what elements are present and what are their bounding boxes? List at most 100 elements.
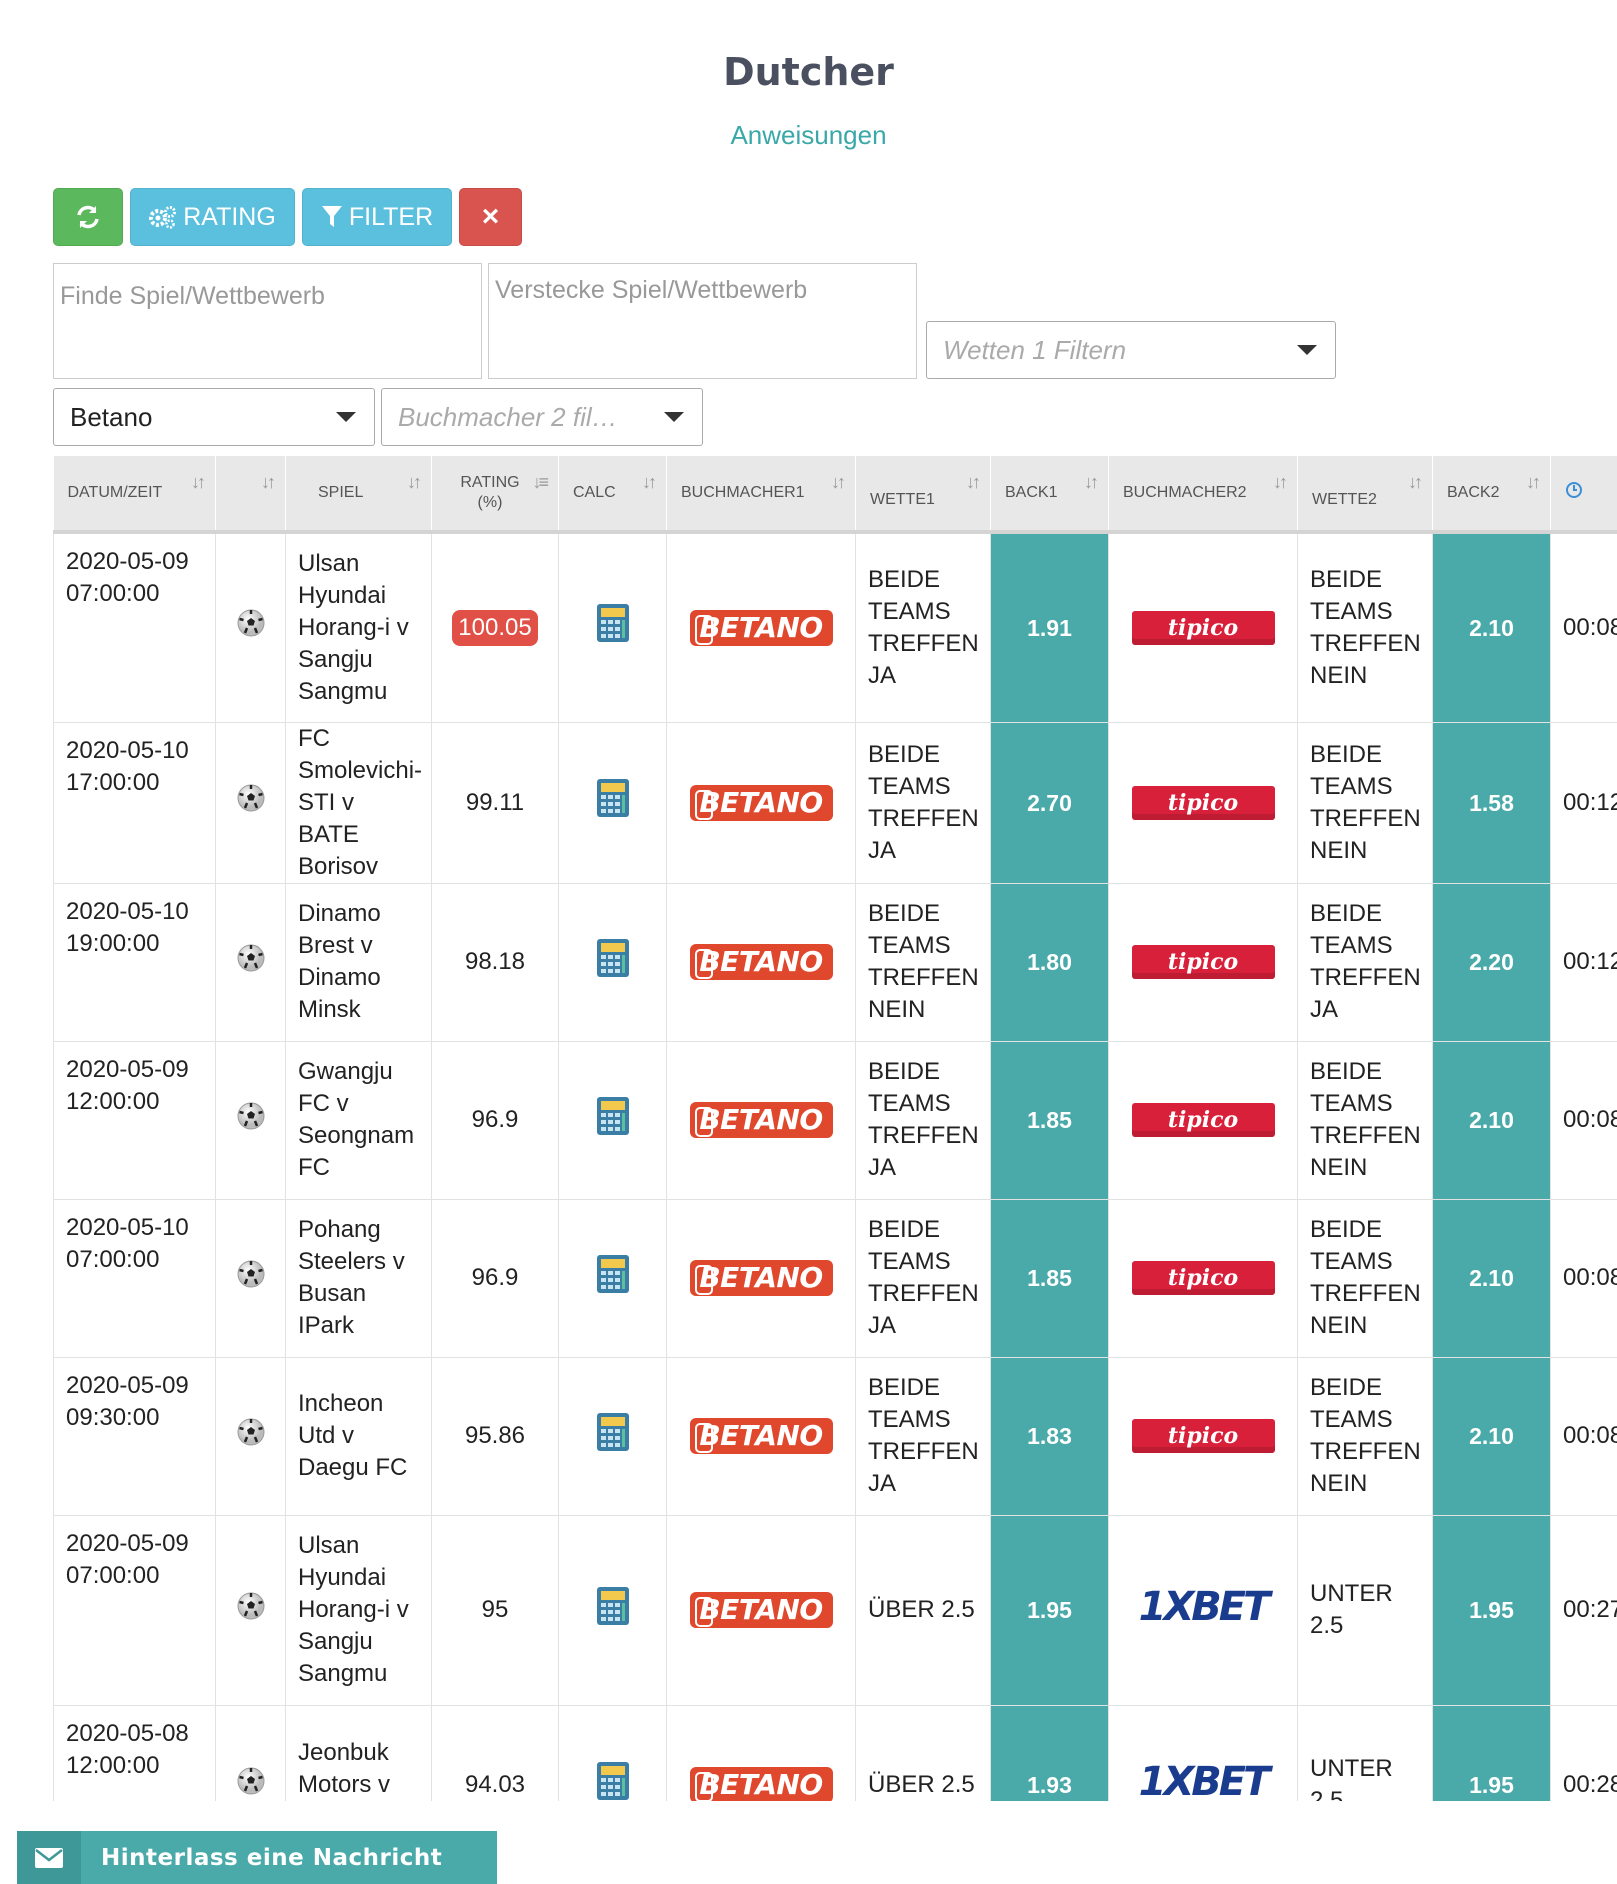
col-header-bet2[interactable]: WETTE2 ↓↑ bbox=[1297, 456, 1433, 534]
cell-game[interactable]: Ulsan Hyundai Horang-i v Sangju Sangmu bbox=[285, 531, 432, 723]
cell-calc[interactable] bbox=[558, 721, 667, 884]
cell-datetime: 2020-05-10 17:00:00 bbox=[53, 721, 216, 884]
cell-sport bbox=[215, 1514, 286, 1706]
table-row[interactable]: 2020-05-09 09:30:00 Incheon Utd v Daegu F… bbox=[53, 1356, 1617, 1516]
col-header-back1[interactable]: BACK1 ↓↑ bbox=[990, 456, 1109, 534]
rating-value: 94.03 bbox=[464, 1771, 526, 1798]
filter-button-label: FILTER bbox=[348, 202, 434, 231]
cell-back1[interactable]: 1.80 bbox=[990, 882, 1109, 1042]
instructions-link[interactable]: Anweisungen bbox=[0, 120, 1617, 151]
cell-sport bbox=[215, 882, 286, 1042]
cell-game[interactable]: Jeonbuk Motors v Gangwon bbox=[285, 1704, 432, 1801]
row-time: 07:00:00 bbox=[66, 1561, 160, 1589]
cell-calc[interactable] bbox=[558, 1514, 667, 1706]
rating-value: 100.05 bbox=[452, 609, 538, 646]
cell-bookmaker1: BETANO bbox=[666, 1040, 856, 1200]
calculator-icon[interactable] bbox=[596, 604, 629, 651]
cell-game[interactable]: Incheon Utd v Daegu FC bbox=[285, 1356, 432, 1516]
calculator-icon[interactable] bbox=[596, 1586, 629, 1634]
col-header-sport[interactable]: ↓↑ bbox=[215, 456, 286, 534]
calculator-icon[interactable] bbox=[596, 1096, 629, 1144]
cell-bookmaker1: BETANO bbox=[666, 721, 856, 884]
chevron-down-icon bbox=[664, 412, 684, 422]
table-row[interactable]: 2020-05-10 17:00:00 FC Smolevichi-STI v B… bbox=[53, 721, 1617, 884]
soccer-ball-icon bbox=[236, 1417, 266, 1456]
col-header-datetime[interactable]: DATUM/ZEIT ↓↑ bbox=[53, 456, 216, 534]
odds-table-container[interactable]: DATUM/ZEIT ↓↑ ↓↑ SPIEL ↓↑ RATING (%) ↓≡ CAL… bbox=[53, 456, 1617, 1801]
clock-icon bbox=[1565, 482, 1583, 503]
cell-back2[interactable]: 2.10 bbox=[1432, 1040, 1551, 1200]
cell-back2[interactable]: 1.95 bbox=[1432, 1514, 1551, 1706]
col-header-rating[interactable]: RATING (%) ↓≡ bbox=[431, 456, 559, 534]
close-button[interactable]: × bbox=[459, 188, 522, 246]
cell-back1[interactable]: 1.91 bbox=[990, 531, 1109, 723]
1xbet-logo: 1XBET bbox=[1138, 1759, 1271, 1801]
bookmaker1-select[interactable]: Betano bbox=[53, 388, 375, 446]
calculator-icon[interactable] bbox=[596, 1761, 629, 1802]
filter-button[interactable]: FILTER bbox=[302, 188, 452, 246]
calculator-icon[interactable] bbox=[596, 1254, 629, 1302]
cell-back1[interactable]: 1.85 bbox=[990, 1040, 1109, 1200]
table-row[interactable]: 2020-05-10 19:00:00 Dinamo Brest v Dinamo… bbox=[53, 882, 1617, 1042]
cell-back1[interactable]: 2.70 bbox=[990, 721, 1109, 884]
cell-calc[interactable] bbox=[558, 1704, 667, 1802]
cell-calc[interactable] bbox=[558, 882, 667, 1042]
cell-sport bbox=[215, 721, 286, 884]
cell-updated: 00:08 bbox=[1550, 1198, 1617, 1358]
table-row[interactable]: 2020-05-09 07:00:00 Ulsan Hyundai Horang-… bbox=[53, 1514, 1617, 1706]
hide-game-input[interactable]: Verstecke Spiel/Wettbewerb bbox=[488, 263, 917, 379]
bet1-filter-select[interactable]: Wetten 1 Filtern bbox=[926, 321, 1336, 379]
cell-datetime: 2020-05-09 09:30:00 bbox=[53, 1356, 216, 1516]
cell-game[interactable]: Gwangju FC v Seongnam FC bbox=[285, 1040, 432, 1200]
calculator-icon[interactable] bbox=[596, 938, 629, 986]
table-row[interactable]: 2020-05-09 12:00:00 Gwangju FC v Seongnam… bbox=[53, 1040, 1617, 1200]
tipico-logo: tipico bbox=[1131, 1419, 1275, 1453]
col-header-calc[interactable]: CALC ↓↑ bbox=[558, 456, 667, 534]
cell-back1[interactable]: 1.95 bbox=[990, 1514, 1109, 1706]
cell-back2[interactable]: 2.10 bbox=[1432, 1198, 1551, 1358]
cell-back1[interactable]: 1.93 bbox=[990, 1704, 1109, 1801]
bookmaker2-select[interactable]: Buchmacher 2 fil… bbox=[381, 388, 703, 446]
table-header-row: DATUM/ZEIT ↓↑ ↓↑ SPIEL ↓↑ RATING (%) ↓≡ CAL… bbox=[53, 456, 1617, 534]
cell-calc[interactable] bbox=[558, 1356, 667, 1516]
refresh-icon bbox=[75, 204, 101, 230]
rating-button[interactable]: RATING bbox=[130, 188, 295, 246]
col-header-bookmaker1[interactable]: BUCHMACHER1 ↓↑ bbox=[666, 456, 856, 534]
cell-back2[interactable]: 2.10 bbox=[1432, 531, 1551, 723]
cell-sport bbox=[215, 1040, 286, 1200]
table-row[interactable]: 2020-05-10 07:00:00 Pohang Steelers v Bus… bbox=[53, 1198, 1617, 1358]
cell-calc[interactable] bbox=[558, 531, 667, 723]
col-header-bet1[interactable]: WETTE1 ↓↑ bbox=[855, 456, 991, 534]
cell-game[interactable]: FC Smolevichi-STI v BATE Borisov bbox=[285, 721, 432, 884]
cell-game[interactable]: Dinamo Brest v Dinamo Minsk bbox=[285, 882, 432, 1042]
table-row[interactable]: 2020-05-08 12:00:00 Jeonbuk Motors v Gang… bbox=[53, 1704, 1617, 1802]
find-game-input[interactable]: Finde Spiel/Wettbewerb bbox=[53, 263, 482, 379]
table-row[interactable]: 2020-05-09 07:00:00 Ulsan Hyundai Horang-… bbox=[53, 531, 1617, 723]
col-header-updated[interactable] bbox=[1550, 456, 1617, 534]
sort-icon: ↓↑ bbox=[1526, 472, 1541, 492]
cell-back2[interactable]: 2.20 bbox=[1432, 882, 1551, 1042]
cell-back1[interactable]: 1.85 bbox=[990, 1198, 1109, 1358]
cell-game[interactable]: Pohang Steelers v Busan IPark bbox=[285, 1198, 432, 1358]
cell-rating: 96.9 bbox=[431, 1040, 559, 1200]
cell-back2[interactable]: 1.58 bbox=[1432, 721, 1551, 884]
cell-back1[interactable]: 1.83 bbox=[990, 1356, 1109, 1516]
sort-icon: ↓↑ bbox=[191, 472, 206, 492]
betano-logo: BETANO bbox=[689, 784, 833, 821]
col-header-game[interactable]: SPIEL ↓↑ bbox=[285, 456, 432, 534]
leave-message-bar[interactable]: Hinterlass eine Nachricht bbox=[17, 1831, 497, 1884]
calculator-icon[interactable] bbox=[596, 779, 629, 826]
sort-icon: ↓↑ bbox=[261, 472, 276, 492]
col-header-back2[interactable]: BACK2 ↓↑ bbox=[1432, 456, 1551, 534]
row-time: 07:00:00 bbox=[66, 1245, 160, 1273]
calculator-icon[interactable] bbox=[596, 1412, 629, 1460]
cell-back2[interactable]: 2.10 bbox=[1432, 1356, 1551, 1516]
cell-back2[interactable]: 1.95 bbox=[1432, 1704, 1551, 1801]
cell-bookmaker2: 1XBET bbox=[1108, 1514, 1298, 1706]
cell-calc[interactable] bbox=[558, 1198, 667, 1358]
col-header-bookmaker2[interactable]: BUCHMACHER2 ↓↑ bbox=[1108, 456, 1298, 534]
refresh-button[interactable] bbox=[53, 188, 123, 246]
cell-calc[interactable] bbox=[558, 1040, 667, 1200]
cell-game[interactable]: Ulsan Hyundai Horang-i v Sangju Sangmu bbox=[285, 1514, 432, 1706]
cell-sport bbox=[215, 1356, 286, 1516]
